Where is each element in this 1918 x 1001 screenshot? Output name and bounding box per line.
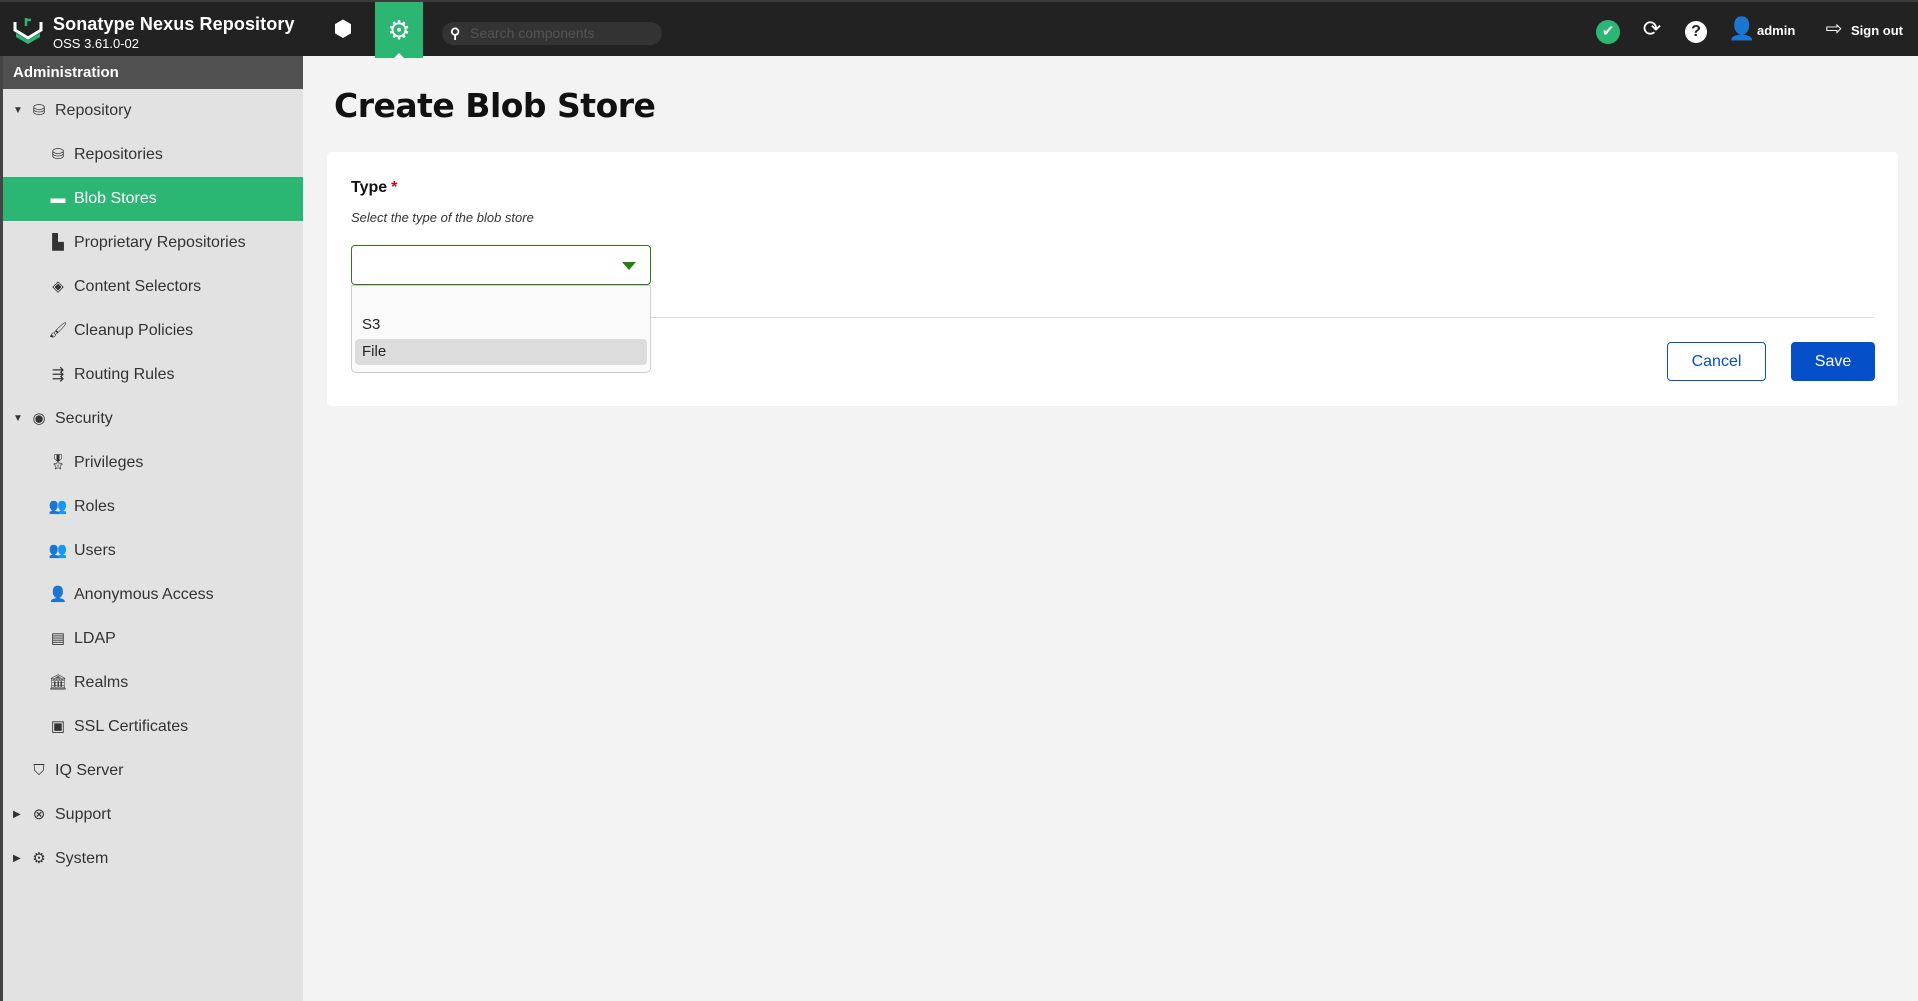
- sidebar-item-repositories[interactable]: ⛁ Repositories: [3, 133, 303, 177]
- sidebar-item-label: Proprietary Repositories: [74, 234, 246, 251]
- sonatype-logo-icon: [13, 18, 43, 44]
- top-bar: Sonatype Nexus Repository OSS 3.61.0-02 …: [0, 0, 1918, 58]
- type-select[interactable]: [351, 245, 651, 285]
- sidebar-item-roles[interactable]: 👥 Roles: [3, 485, 303, 529]
- sidebar-item-ldap[interactable]: ▤ LDAP: [3, 617, 303, 661]
- status-ok-icon[interactable]: ✔: [1596, 20, 1620, 44]
- chevron-down-icon: [622, 262, 636, 270]
- option-s3[interactable]: S3: [355, 312, 647, 338]
- sign-out-icon[interactable]: ⇨: [1822, 16, 1846, 42]
- sidebar-item-system[interactable]: ▶ ⚙ System: [3, 837, 303, 881]
- sidebar-item-label: Security: [55, 410, 113, 427]
- cancel-button[interactable]: Cancel: [1667, 342, 1766, 381]
- medal-icon: 🎖: [48, 454, 68, 471]
- search-placeholder: Search components: [470, 25, 595, 41]
- users-icon: 👥: [48, 498, 68, 515]
- sidebar-item-iq-server[interactable]: ⛉ IQ Server: [3, 749, 303, 793]
- layers-icon: ◈: [52, 278, 64, 295]
- caret-down-icon[interactable]: ▼: [13, 397, 23, 441]
- search-icon: ⚲: [450, 25, 461, 41]
- administration-gear-icon[interactable]: ⚙: [375, 2, 423, 58]
- gear-icon: ⚙: [32, 850, 46, 867]
- sidebar-item-label: System: [55, 850, 109, 867]
- broom-icon: 🖌: [48, 322, 68, 339]
- lifebuoy-icon: ⊗: [32, 806, 46, 823]
- option-file[interactable]: File: [355, 339, 647, 365]
- user-icon[interactable]: 👤: [1728, 16, 1755, 42]
- help-icon[interactable]: ?: [1685, 21, 1707, 43]
- group-icon: 👥: [48, 542, 68, 559]
- badge-icon: ◉: [32, 410, 46, 427]
- required-mark: *: [391, 179, 398, 196]
- caret-right-icon[interactable]: ▶: [13, 837, 21, 881]
- search-input[interactable]: ⚲ Search components: [442, 22, 662, 45]
- hdd-icon: ▬: [50, 190, 66, 207]
- sidebar-item-realms[interactable]: 🏛 Realms: [3, 661, 303, 705]
- sidebar-item-label: Cleanup Policies: [74, 322, 194, 339]
- sidebar-item-repository[interactable]: ▼ ⛁ Repository: [3, 89, 303, 133]
- sidebar-item-label: Realms: [74, 674, 129, 691]
- page-title: Create Blob Store: [334, 86, 656, 125]
- sidebar-item-label: SSL Certificates: [74, 718, 189, 735]
- sidebar-item-label: Content Selectors: [74, 278, 202, 295]
- sidebar: Administration ▼ ⛁ Repository ⛁ Repositories…: [0, 56, 303, 1001]
- sidebar-item-users[interactable]: 👥 Users: [3, 529, 303, 573]
- sidebar-item-label: Repository: [55, 102, 132, 119]
- sign-out-link[interactable]: Sign out: [1851, 23, 1903, 38]
- save-button[interactable]: Save: [1791, 342, 1875, 381]
- sidebar-item-privileges[interactable]: 🎖 Privileges: [3, 441, 303, 485]
- sidebar-item-support[interactable]: ▶ ⊗ Support: [3, 793, 303, 837]
- building-icon: 🏛: [48, 674, 68, 691]
- sidebar-item-anonymous-access[interactable]: 👤 Anonymous Access: [3, 573, 303, 617]
- sidebar-item-routing-rules[interactable]: ⇶ Routing Rules: [3, 353, 303, 397]
- database-icon: ⛁: [51, 146, 65, 163]
- sidebar-item-cleanup-policies[interactable]: 🖌 Cleanup Policies: [3, 309, 303, 353]
- refresh-icon[interactable]: ⟳: [1640, 16, 1664, 42]
- sidebar-item-ssl-certificates[interactable]: ▣ SSL Certificates: [3, 705, 303, 749]
- sidebar-item-label: Routing Rules: [74, 366, 175, 383]
- door-icon: ▙: [52, 234, 64, 251]
- sidebar-item-blob-stores[interactable]: ▬ Blob Stores: [3, 177, 303, 221]
- sidebar-item-label: Privileges: [74, 454, 144, 471]
- sidebar-item-proprietary-repositories[interactable]: ▙ Proprietary Repositories: [3, 221, 303, 265]
- type-label: Type: [351, 179, 388, 196]
- caret-down-icon[interactable]: ▼: [13, 89, 23, 133]
- app-title: Sonatype Nexus Repository: [53, 14, 295, 34]
- sidebar-item-label: Repositories: [74, 146, 163, 163]
- type-help-text: Select the type of the blob store: [351, 210, 534, 225]
- user-icon: 👤: [48, 586, 68, 603]
- blob-store-form: Type * Select the type of the blob store …: [327, 152, 1898, 406]
- database-icon: ⛁: [32, 102, 46, 119]
- sidebar-item-security[interactable]: ▼ ◉ Security: [3, 397, 303, 441]
- sidebar-item-label: Support: [55, 806, 112, 823]
- sidebar-item-label: Anonymous Access: [74, 586, 214, 603]
- sidebar-item-label: LDAP: [74, 630, 116, 647]
- shield-icon: ⛉: [33, 762, 45, 779]
- id-card-icon: ▣: [50, 718, 66, 735]
- signpost-icon: ⇶: [51, 366, 65, 383]
- sidebar-section-title: Administration: [3, 56, 303, 89]
- type-dropdown: S3 File: [351, 285, 651, 373]
- app-version: OSS 3.61.0-02: [53, 36, 139, 51]
- sidebar-item-label: Blob Stores: [74, 190, 157, 207]
- sidebar-item-content-selectors[interactable]: ◈ Content Selectors: [3, 265, 303, 309]
- book-icon: ▤: [50, 630, 66, 647]
- sidebar-item-label: Users: [74, 542, 116, 559]
- browse-cube-icon[interactable]: ⬢: [329, 16, 357, 42]
- sidebar-item-label: IQ Server: [55, 762, 124, 779]
- caret-right-icon[interactable]: ▶: [13, 793, 21, 837]
- sidebar-item-label: Roles: [74, 498, 115, 515]
- user-menu[interactable]: admin: [1757, 23, 1795, 38]
